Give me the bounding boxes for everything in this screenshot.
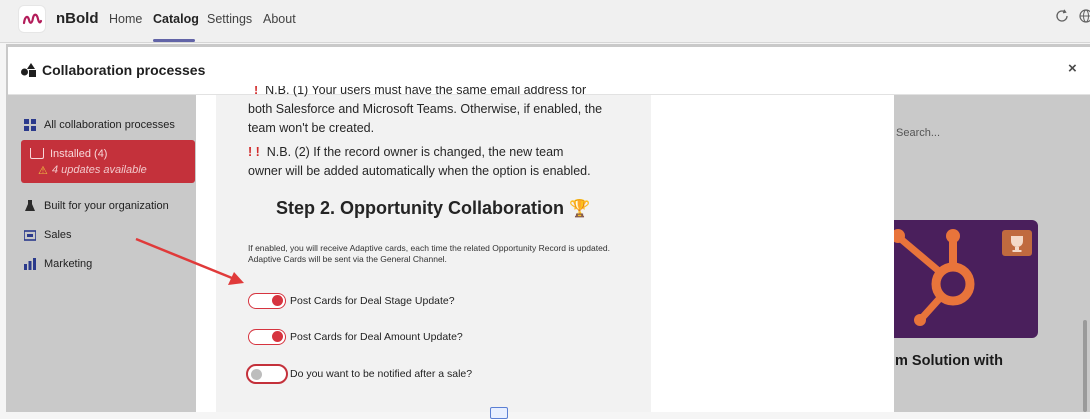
globe-icon[interactable] <box>1078 8 1090 28</box>
nbold-logo <box>19 6 45 32</box>
toggle-label: Do you want to be notified after a sale? <box>290 368 473 380</box>
sidebar-item-built-for-org[interactable]: Built for your organization <box>24 200 169 212</box>
sidebar-item-label: All collaboration processes <box>44 119 175 131</box>
sidebar-item-marketing[interactable]: Marketing <box>24 258 92 270</box>
sidebar-item-sales[interactable]: Sales <box>23 229 72 241</box>
warning-icon: ⚠ <box>38 165 48 177</box>
sidebar-item-installed[interactable]: Installed (4) ⚠ 4 updates available <box>21 140 195 183</box>
updates-available-text: 4 updates available <box>52 164 147 176</box>
page-scrollbar[interactable] <box>1083 320 1087 412</box>
step-title: Step 2. Opportunity Collaboration 🏆 <box>276 198 591 218</box>
sidebar-item-all-processes[interactable]: All collaboration processes <box>24 119 175 131</box>
shapes-icon <box>20 61 38 79</box>
note-email-match: ! N.B. (1) Your users must have the same… <box>248 86 603 135</box>
sidebar-item-label: Installed (4) <box>50 148 108 160</box>
sidebar-item-label: Marketing <box>44 258 93 270</box>
note-record-owner: ! ! N.B. (2) If the record owner is chan… <box>248 145 591 178</box>
tab-about[interactable]: About <box>263 12 296 26</box>
trophy-icon: 🏆 <box>569 199 591 218</box>
close-button[interactable]: × <box>1068 60 1077 77</box>
refresh-icon[interactable] <box>1054 8 1072 28</box>
toggle-switch[interactable] <box>248 329 286 345</box>
exclamation-icon: ! ! <box>248 145 260 159</box>
tab-catalog[interactable]: Catalog <box>153 12 199 26</box>
tab-home[interactable]: Home <box>109 12 142 26</box>
tab-settings[interactable]: Settings <box>207 12 252 26</box>
process-card-title: m Solution with <box>895 353 1003 369</box>
sidebar-item-label: Sales <box>44 229 72 241</box>
sales-icon <box>23 229 37 241</box>
toggle-label: Post Cards for Deal Stage Update? <box>290 295 455 307</box>
toggle-deal-stage[interactable]: Post Cards for Deal Stage Update? <box>248 293 455 309</box>
app-top-bar: nBold Home Catalog Settings About <box>0 0 1090 43</box>
search-input-placeholder[interactable]: Search... <box>896 127 940 139</box>
sidebar-item-label: Built for your organization <box>44 200 169 212</box>
bar-chart-icon <box>24 258 36 270</box>
toggle-notify-after-sale[interactable]: Do you want to be notified after a sale? <box>246 364 472 384</box>
modal-title: Collaboration processes <box>42 62 206 78</box>
next-section-checkbox[interactable] <box>490 407 508 419</box>
toggle-switch[interactable] <box>248 293 286 309</box>
toggle-deal-amount[interactable]: Post Cards for Deal Amount Update? <box>248 329 463 345</box>
step-description: If enabled, you will receive Adaptive ca… <box>248 243 610 264</box>
grid-icon <box>24 119 36 131</box>
toggle-switch[interactable] <box>246 364 288 384</box>
app-name: nBold <box>56 10 99 27</box>
toggle-label: Post Cards for Deal Amount Update? <box>290 331 463 343</box>
trophy-badge-icon <box>1002 230 1032 256</box>
active-tab-indicator <box>153 39 195 42</box>
tray-icon <box>30 148 44 159</box>
flask-icon <box>24 200 36 212</box>
